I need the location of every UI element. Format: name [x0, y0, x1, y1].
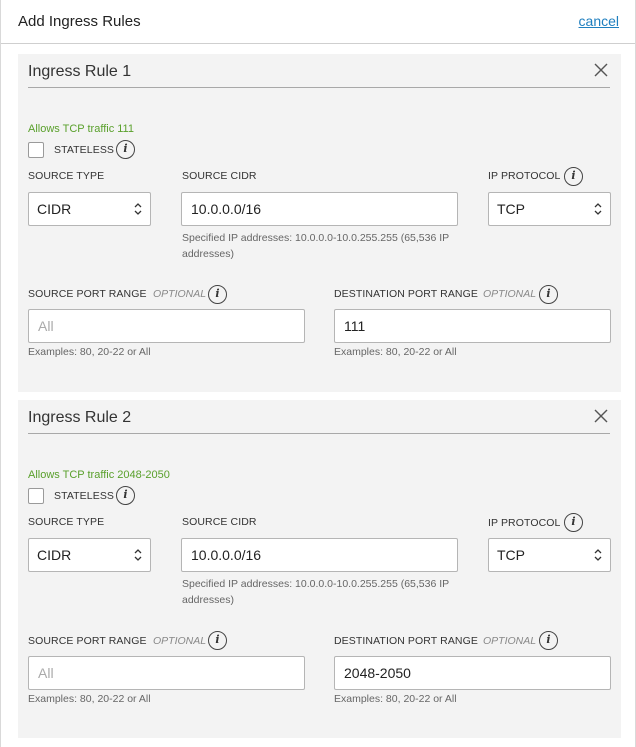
rule-title: Ingress Rule 1	[28, 63, 132, 80]
ip-protocol-info-icon[interactable]: i	[564, 513, 583, 532]
stateless-label: STATELESS	[54, 144, 115, 156]
source-type-value: CIDR	[37, 547, 72, 563]
source-port-info-icon[interactable]: i	[208, 631, 227, 650]
select-arrows-icon	[134, 203, 142, 215]
add-ingress-rules-dialog: Add Ingress Rules cancel Ingress Rule 1 …	[0, 0, 636, 747]
stateless-checkbox[interactable]	[28, 488, 44, 504]
source-port-optional-label: OPTIONAL	[153, 288, 207, 300]
ip-protocol-select[interactable]: TCP	[488, 192, 611, 226]
close-icon[interactable]	[593, 62, 609, 78]
ip-protocol-value: TCP	[497, 201, 525, 217]
source-type-label: SOURCE TYPE	[28, 516, 105, 528]
rule-title-divider	[28, 87, 610, 88]
source-port-range-input[interactable]	[28, 656, 305, 690]
ip-protocol-info-icon[interactable]: i	[564, 167, 583, 186]
destination-port-help: Examples: 80, 20-22 or All	[334, 346, 457, 358]
source-cidr-label: SOURCE CIDR	[182, 516, 257, 528]
source-type-value: CIDR	[37, 201, 72, 217]
ip-protocol-label: IP PROTOCOL	[488, 170, 561, 182]
source-cidr-input[interactable]	[181, 538, 458, 572]
source-port-range-label: SOURCE PORT RANGE	[28, 635, 147, 647]
dialog-header: Add Ingress Rules cancel	[1, 0, 635, 44]
close-icon[interactable]	[593, 408, 609, 424]
source-port-info-icon[interactable]: i	[208, 285, 227, 304]
destination-port-info-icon[interactable]: i	[539, 631, 558, 650]
source-cidr-label: SOURCE CIDR	[182, 170, 257, 182]
select-arrows-icon	[594, 549, 602, 561]
destination-port-optional-label: OPTIONAL	[483, 635, 537, 647]
ingress-rule-2: Ingress Rule 2 Allows TCP traffic 2048-2…	[18, 400, 621, 738]
source-cidr-help: Specified IP addresses: 10.0.0.0-10.0.25…	[182, 232, 449, 260]
ip-protocol-value: TCP	[497, 547, 525, 563]
stateless-checkbox[interactable]	[28, 142, 44, 158]
stateless-label: STATELESS	[54, 490, 115, 502]
rule-title-divider	[28, 433, 610, 434]
rule-title: Ingress Rule 2	[28, 409, 132, 426]
source-port-optional-label: OPTIONAL	[153, 635, 207, 647]
source-cidr-help: Specified IP addresses: 10.0.0.0-10.0.25…	[182, 578, 449, 606]
rule-description: Allows TCP traffic 111	[28, 123, 134, 135]
source-port-help: Examples: 80, 20-22 or All	[28, 346, 151, 358]
source-port-range-input[interactable]	[28, 309, 305, 343]
stateless-info-icon[interactable]: i	[116, 486, 135, 505]
destination-port-range-label: DESTINATION PORT RANGE	[334, 635, 478, 647]
source-port-help: Examples: 80, 20-22 or All	[28, 693, 151, 705]
source-type-select[interactable]: CIDR	[28, 192, 151, 226]
destination-port-info-icon[interactable]: i	[539, 285, 558, 304]
destination-port-optional-label: OPTIONAL	[483, 288, 537, 300]
dialog-title: Add Ingress Rules	[18, 13, 141, 30]
ip-protocol-select[interactable]: TCP	[488, 538, 611, 572]
source-port-range-label: SOURCE PORT RANGE	[28, 288, 147, 300]
destination-port-range-input[interactable]	[334, 309, 611, 343]
rule-description: Allows TCP traffic 2048-2050	[28, 469, 170, 481]
ip-protocol-label: IP PROTOCOL	[488, 517, 561, 529]
source-type-select[interactable]: CIDR	[28, 538, 151, 572]
ingress-rules-list: Ingress Rule 1 Allows TCP traffic 111 ST…	[1, 44, 635, 747]
select-arrows-icon	[594, 203, 602, 215]
select-arrows-icon	[134, 549, 142, 561]
source-type-label: SOURCE TYPE	[28, 170, 105, 182]
ingress-rule-1: Ingress Rule 1 Allows TCP traffic 111 ST…	[18, 54, 621, 392]
stateless-info-icon[interactable]: i	[116, 140, 135, 159]
destination-port-range-label: DESTINATION PORT RANGE	[334, 288, 478, 300]
source-cidr-input[interactable]	[181, 192, 458, 226]
destination-port-help: Examples: 80, 20-22 or All	[334, 693, 457, 705]
cancel-link[interactable]: cancel	[579, 13, 619, 29]
destination-port-range-input[interactable]	[334, 656, 611, 690]
